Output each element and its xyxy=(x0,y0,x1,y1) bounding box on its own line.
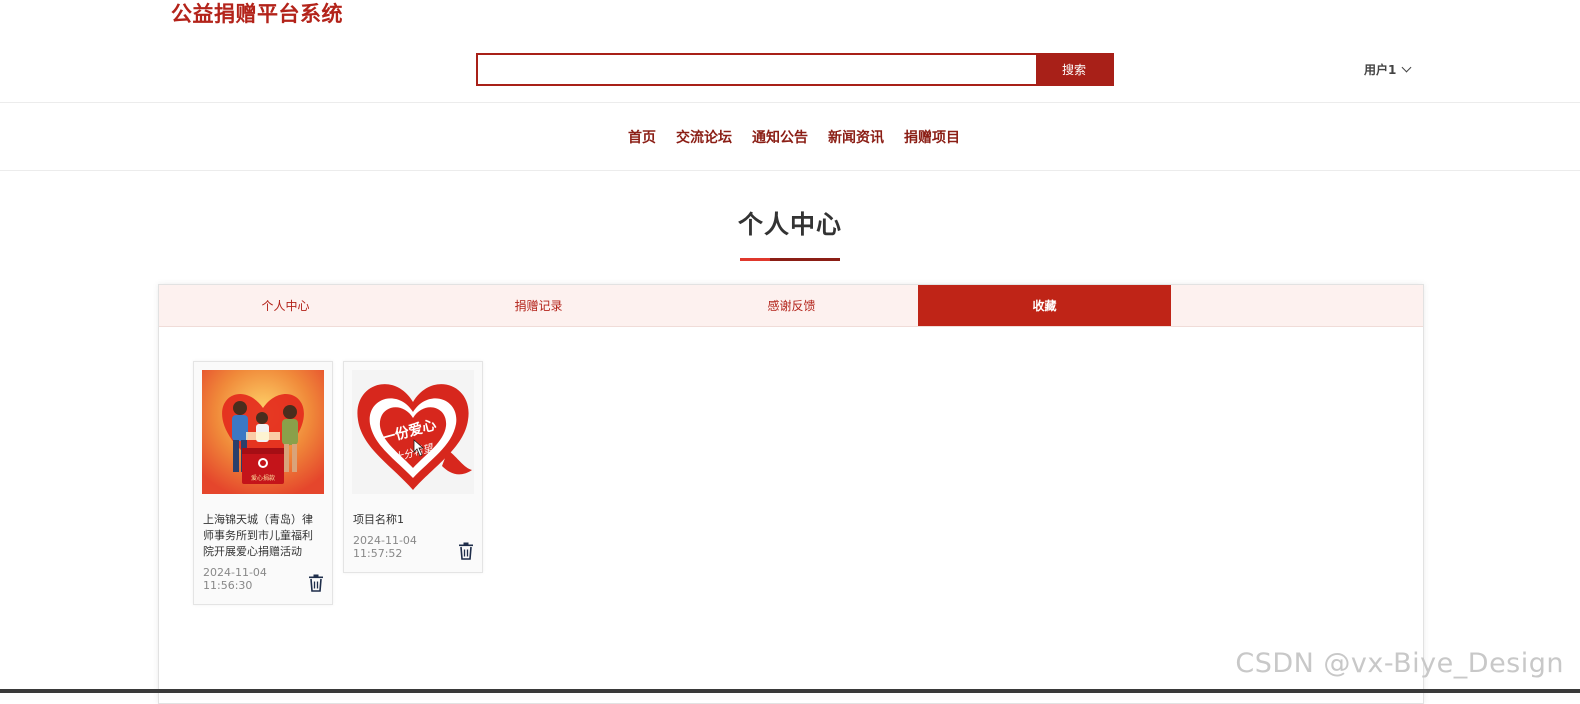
favorite-title: 项目名称1 xyxy=(352,512,474,528)
love-heart-image: 一份爱心 十分希望 xyxy=(352,370,474,494)
favorites-list: 爱心捐款 上海锦天城（青岛）律师事务所到市儿童福利院开展爱心捐赠活动 2024-… xyxy=(193,361,483,605)
favorite-timestamp: 2024-11-04 11:56:30 xyxy=(202,566,267,592)
watermark: CSDN @vx-Biye_Design xyxy=(1235,648,1564,679)
profile-panel: 个人中心 捐赠记录 感谢反馈 收藏 xyxy=(158,284,1424,704)
nav-item-forum[interactable]: 交流论坛 xyxy=(676,127,732,147)
favorite-time: 11:56:30 xyxy=(203,579,267,592)
favorite-timestamp: 2024-11-04 11:57:52 xyxy=(352,534,417,560)
tab-profile[interactable]: 个人中心 xyxy=(159,285,412,326)
nav-item-home[interactable]: 首页 xyxy=(628,127,656,147)
chevron-down-icon xyxy=(1402,63,1412,73)
bottom-edge xyxy=(0,689,1580,693)
trash-icon[interactable] xyxy=(308,574,324,592)
nav-item-notices[interactable]: 通知公告 xyxy=(752,127,808,147)
search-button[interactable]: 搜索 xyxy=(1036,55,1112,84)
title-underline xyxy=(740,258,840,261)
profile-tabs: 个人中心 捐赠记录 感谢反馈 收藏 xyxy=(159,285,1423,327)
tab-donation-records[interactable]: 捐赠记录 xyxy=(412,285,665,326)
tab-thanks-feedback[interactable]: 感谢反馈 xyxy=(665,285,918,326)
favorite-title: 上海锦天城（青岛）律师事务所到市儿童福利院开展爱心捐赠活动 xyxy=(202,512,324,560)
favorite-date: 2024-11-04 xyxy=(353,534,417,547)
tab-favorites[interactable]: 收藏 xyxy=(918,285,1171,326)
favorite-card[interactable]: 一份爱心 十分希望 项目名称1 2024-11-04 11:57:52 xyxy=(343,361,483,573)
site-brand: 公益捐赠平台系统 xyxy=(171,0,343,28)
trash-icon[interactable] xyxy=(458,542,474,560)
top-header: 公益捐赠平台系统 搜索 用户1 xyxy=(0,0,1580,103)
main-nav: 首页 交流论坛 通知公告 新闻资讯 捐赠项目 xyxy=(0,103,1580,171)
search-bar: 搜索 xyxy=(476,53,1114,86)
page-title: 个人中心 xyxy=(0,205,1580,241)
nav-item-donation-projects[interactable]: 捐赠项目 xyxy=(904,127,960,147)
user-name: 用户1 xyxy=(1364,61,1396,78)
donation-illustration-image: 爱心捐款 xyxy=(202,370,324,494)
search-input[interactable] xyxy=(478,55,1036,84)
favorite-card[interactable]: 爱心捐款 上海锦天城（青岛）律师事务所到市儿童福利院开展爱心捐赠活动 2024-… xyxy=(193,361,333,605)
user-menu[interactable]: 用户1 xyxy=(1364,61,1410,78)
favorite-time: 11:57:52 xyxy=(353,547,417,560)
image-box-label: 爱心捐款 xyxy=(251,474,275,482)
nav-item-news[interactable]: 新闻资讯 xyxy=(828,127,884,147)
favorite-date: 2024-11-04 xyxy=(203,566,267,579)
